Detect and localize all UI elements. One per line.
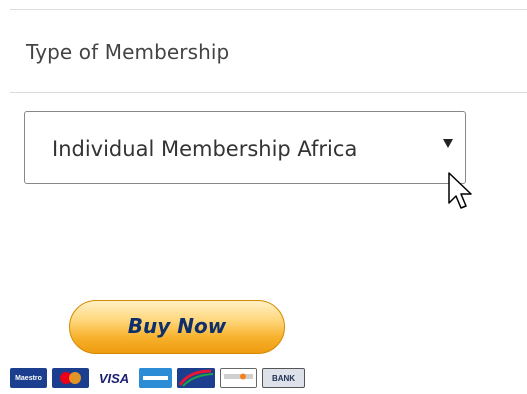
membership-type-select[interactable]: Individual Membership Africa (24, 111, 466, 184)
page: Type of Membership Individual Membership… (0, 0, 527, 394)
discover-card-icon (220, 368, 257, 388)
clickandbuy-card-icon (177, 368, 215, 388)
amex-logo (139, 368, 172, 388)
mouse-pointer-icon (448, 172, 472, 209)
dropdown-arrow-icon (443, 139, 453, 148)
membership-type-label: Type of Membership (26, 40, 230, 64)
maestro-card-icon: Maestro (10, 368, 47, 388)
maestro-card-text: Maestro (15, 374, 42, 382)
visa-card-icon: VISA (94, 368, 134, 388)
membership-type-selected-value: Individual Membership Africa (52, 137, 358, 161)
clickandbuy-logo (177, 368, 215, 388)
visa-card-text: VISA (98, 370, 130, 386)
buy-now-button[interactable]: Buy Now (69, 300, 285, 354)
divider-middle (10, 92, 527, 93)
divider-top (10, 9, 527, 10)
buy-now-label: Buy Now (127, 314, 227, 338)
payment-methods: Maestro VISA BANK (10, 367, 305, 389)
mastercard-logo (60, 372, 81, 384)
bank-card-text: BANK (271, 373, 296, 383)
discover-logo (221, 369, 256, 387)
mastercard-card-icon (52, 368, 89, 388)
bank-card-icon: BANK (262, 368, 305, 388)
amex-card-icon (139, 368, 172, 388)
